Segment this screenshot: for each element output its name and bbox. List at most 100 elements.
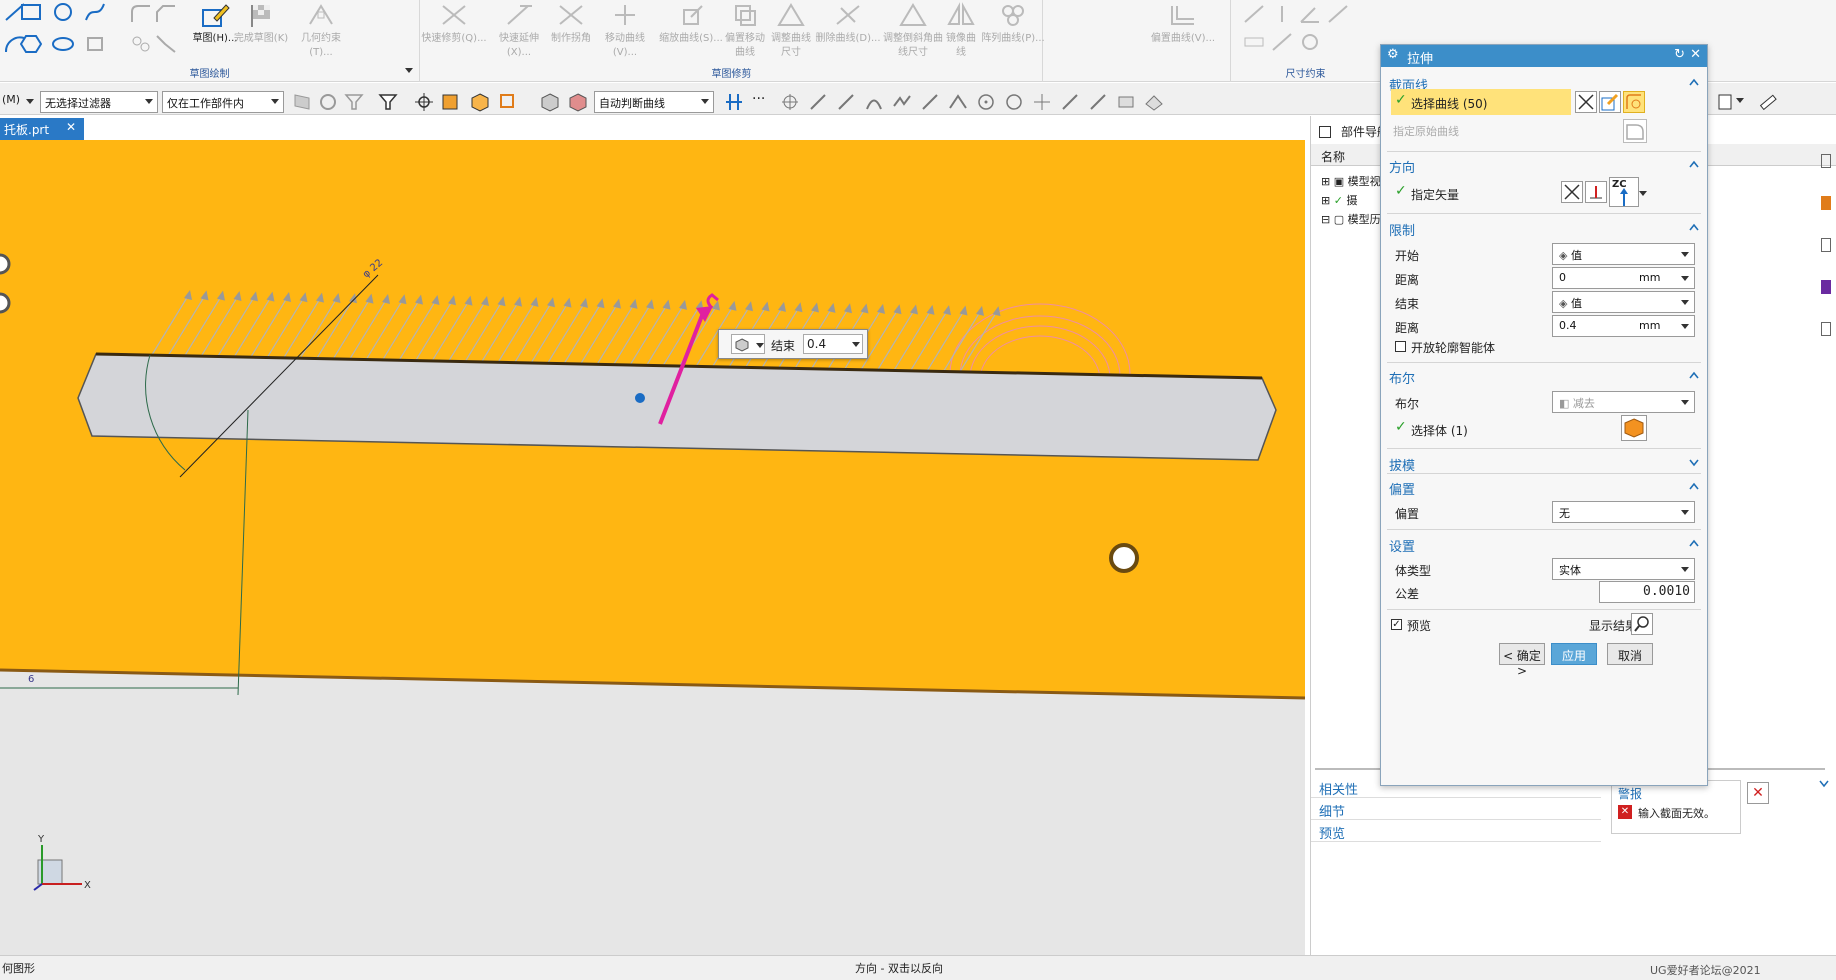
perimeter-dimension-icon[interactable]: [1327, 4, 1349, 24]
component-select-icon[interactable]: [440, 92, 460, 112]
studio-spline-icon[interactable]: [84, 2, 106, 22]
tab-part-file[interactable]: 托板.prt ✕: [0, 118, 84, 140]
quick-extend-command[interactable]: 快速延伸(X)...: [487, 2, 551, 60]
snap-bounded-grid-icon[interactable]: [1116, 92, 1136, 112]
rectangle-icon[interactable]: [20, 2, 42, 22]
hole-right[interactable]: [1109, 543, 1139, 573]
mirror-curve-command[interactable]: 镜像曲线: [943, 2, 979, 60]
finish-sketch-command[interactable]: 完成草图(K): [232, 2, 290, 46]
sketch-section-button[interactable]: [1599, 91, 1621, 113]
tolerance-input[interactable]: 0.0010: [1599, 581, 1695, 603]
resize-curve-command[interactable]: 调整曲线尺寸: [769, 2, 813, 60]
measure-icon[interactable]: [1758, 92, 1778, 112]
section-header-limits[interactable]: 限制: [1389, 220, 1415, 239]
close-icon[interactable]: ✕: [66, 120, 76, 134]
feature-select-icon[interactable]: [318, 92, 338, 112]
pattern-curve-command[interactable]: 阵列曲线(P)...: [981, 2, 1045, 46]
snap-endpoint-icon[interactable]: [808, 92, 828, 112]
hole-left-top[interactable]: [0, 253, 11, 275]
group-dropdown-icon[interactable]: [405, 68, 413, 74]
tree-node-model-history[interactable]: ⊟ ▢ 模型历: [1321, 210, 1381, 229]
details-panel-header[interactable]: 细节: [1311, 798, 1601, 820]
select-body-button[interactable]: [1621, 415, 1647, 441]
snap-intersection-icon[interactable]: [920, 92, 940, 112]
snap-point-on-face-icon[interactable]: [1088, 92, 1108, 112]
section-header-settings[interactable]: 设置: [1389, 536, 1415, 555]
gear-icon[interactable]: ⚙: [1387, 47, 1399, 62]
snap-control-icon[interactable]: [864, 92, 884, 112]
auto-dimension-icon[interactable]: [1299, 32, 1321, 52]
geometric-constraint-command[interactable]: 几何约束(T)...: [290, 2, 352, 60]
body-type-dropdown[interactable]: 实体: [1552, 558, 1695, 580]
resize-chamfer-command[interactable]: 调整倒斜角曲线尺寸: [883, 2, 943, 60]
offset-move-curve-command[interactable]: 偏置移动曲线: [723, 2, 767, 60]
cancel-button[interactable]: 取消: [1607, 643, 1653, 665]
column-name[interactable]: 名称: [1321, 148, 1345, 165]
snap-point-on-curve-icon[interactable]: [1060, 92, 1080, 112]
chevron-down-icon[interactable]: [1689, 457, 1699, 467]
section-header-draft[interactable]: 拔模: [1389, 455, 1415, 474]
section-header-direction[interactable]: 方向: [1389, 157, 1415, 176]
graphics-viewport[interactable]: φ 22 6 Y X 结束 0.4: [0, 140, 1305, 955]
dimension-constraint-icon[interactable]: [1271, 32, 1293, 52]
boolean-dropdown[interactable]: ◧ 减去: [1552, 391, 1695, 413]
preview-checkbox[interactable]: ✓: [1391, 619, 1402, 630]
offset-dropdown[interactable]: 无: [1552, 501, 1695, 523]
wireframe-icon[interactable]: [568, 92, 588, 112]
face-select-icon[interactable]: [498, 92, 518, 112]
delete-curve-command[interactable]: 删除曲线(D)...: [815, 2, 881, 46]
offset-icon[interactable]: [84, 34, 106, 54]
apply-button[interactable]: 应用: [1551, 643, 1597, 665]
filter-icon[interactable]: [344, 92, 364, 112]
reset-icon[interactable]: ↻: [1674, 47, 1685, 62]
end-option-dropdown[interactable]: [731, 334, 765, 354]
tree-node-model-views[interactable]: ⊞ ▣ 模型视: [1321, 172, 1381, 191]
quick-trim-command[interactable]: 快速修剪(Q)...: [421, 2, 487, 46]
snap-options-icon[interactable]: [1144, 92, 1164, 112]
radial-dimension-icon[interactable]: [1243, 32, 1265, 52]
end-option-dropdown[interactable]: ◈ 值: [1552, 291, 1695, 313]
make-corner-command[interactable]: 制作拐角: [551, 2, 591, 46]
rail-icon-4[interactable]: [1821, 280, 1831, 294]
polygon-icon[interactable]: [20, 34, 42, 54]
end-value-input[interactable]: 0.4: [803, 334, 863, 354]
snap-point-icon[interactable]: [414, 92, 434, 112]
chevron-down-icon[interactable]: [1819, 780, 1829, 788]
angular-dimension-icon[interactable]: [1299, 4, 1321, 24]
chevron-down-icon[interactable]: [1736, 98, 1744, 104]
chevron-down-icon[interactable]: [26, 99, 34, 105]
view-cube-icon[interactable]: [540, 92, 560, 112]
curve-button[interactable]: [1623, 91, 1645, 113]
close-icon[interactable]: ✕: [1690, 47, 1701, 62]
linear-dimension-icon[interactable]: [1271, 4, 1293, 24]
section-header-boolean[interactable]: 布尔: [1389, 368, 1415, 387]
vector-type-dropdown[interactable]: ZC: [1609, 177, 1639, 207]
tree-node-cameras[interactable]: ⊞ ✓ 摄: [1321, 191, 1381, 210]
rail-icon-5[interactable]: [1821, 322, 1831, 336]
navigator-checkbox[interactable]: [1319, 126, 1331, 138]
show-result-button[interactable]: [1631, 613, 1653, 635]
type-filter-dropdown[interactable]: 无选择过滤器: [40, 91, 158, 113]
select-all-icon[interactable]: [292, 92, 312, 112]
select-curve-row[interactable]: ✓ 选择曲线 (50): [1391, 89, 1571, 115]
reverse-direction-button[interactable]: [1585, 181, 1607, 203]
chevron-up-icon[interactable]: [1689, 159, 1699, 169]
offset-curve-command[interactable]: 偏置曲线(V)...: [1148, 2, 1218, 46]
snap-arc-center-icon[interactable]: [976, 92, 996, 112]
snap-midpoint-icon[interactable]: [836, 92, 856, 112]
hole-left-bottom[interactable]: [0, 292, 11, 314]
rail-icon-1[interactable]: [1821, 154, 1831, 168]
alert-close-button[interactable]: ✕: [1747, 782, 1769, 804]
ok-button[interactable]: < 确定 >: [1499, 643, 1545, 678]
polyline-icon[interactable]: [155, 34, 177, 54]
start-option-dropdown[interactable]: ◈ 值: [1552, 243, 1695, 265]
snap-tangent-icon[interactable]: [948, 92, 968, 112]
snap-curve-icon[interactable]: [892, 92, 912, 112]
ellipse-icon[interactable]: [52, 34, 74, 54]
snap-quadrant-icon[interactable]: [1004, 92, 1024, 112]
circle-icon[interactable]: [52, 2, 74, 22]
chevron-up-icon[interactable]: [1689, 538, 1699, 548]
chevron-up-icon[interactable]: [1689, 222, 1699, 232]
rail-icon-3[interactable]: [1821, 238, 1831, 252]
snap-center-icon[interactable]: [780, 92, 800, 112]
